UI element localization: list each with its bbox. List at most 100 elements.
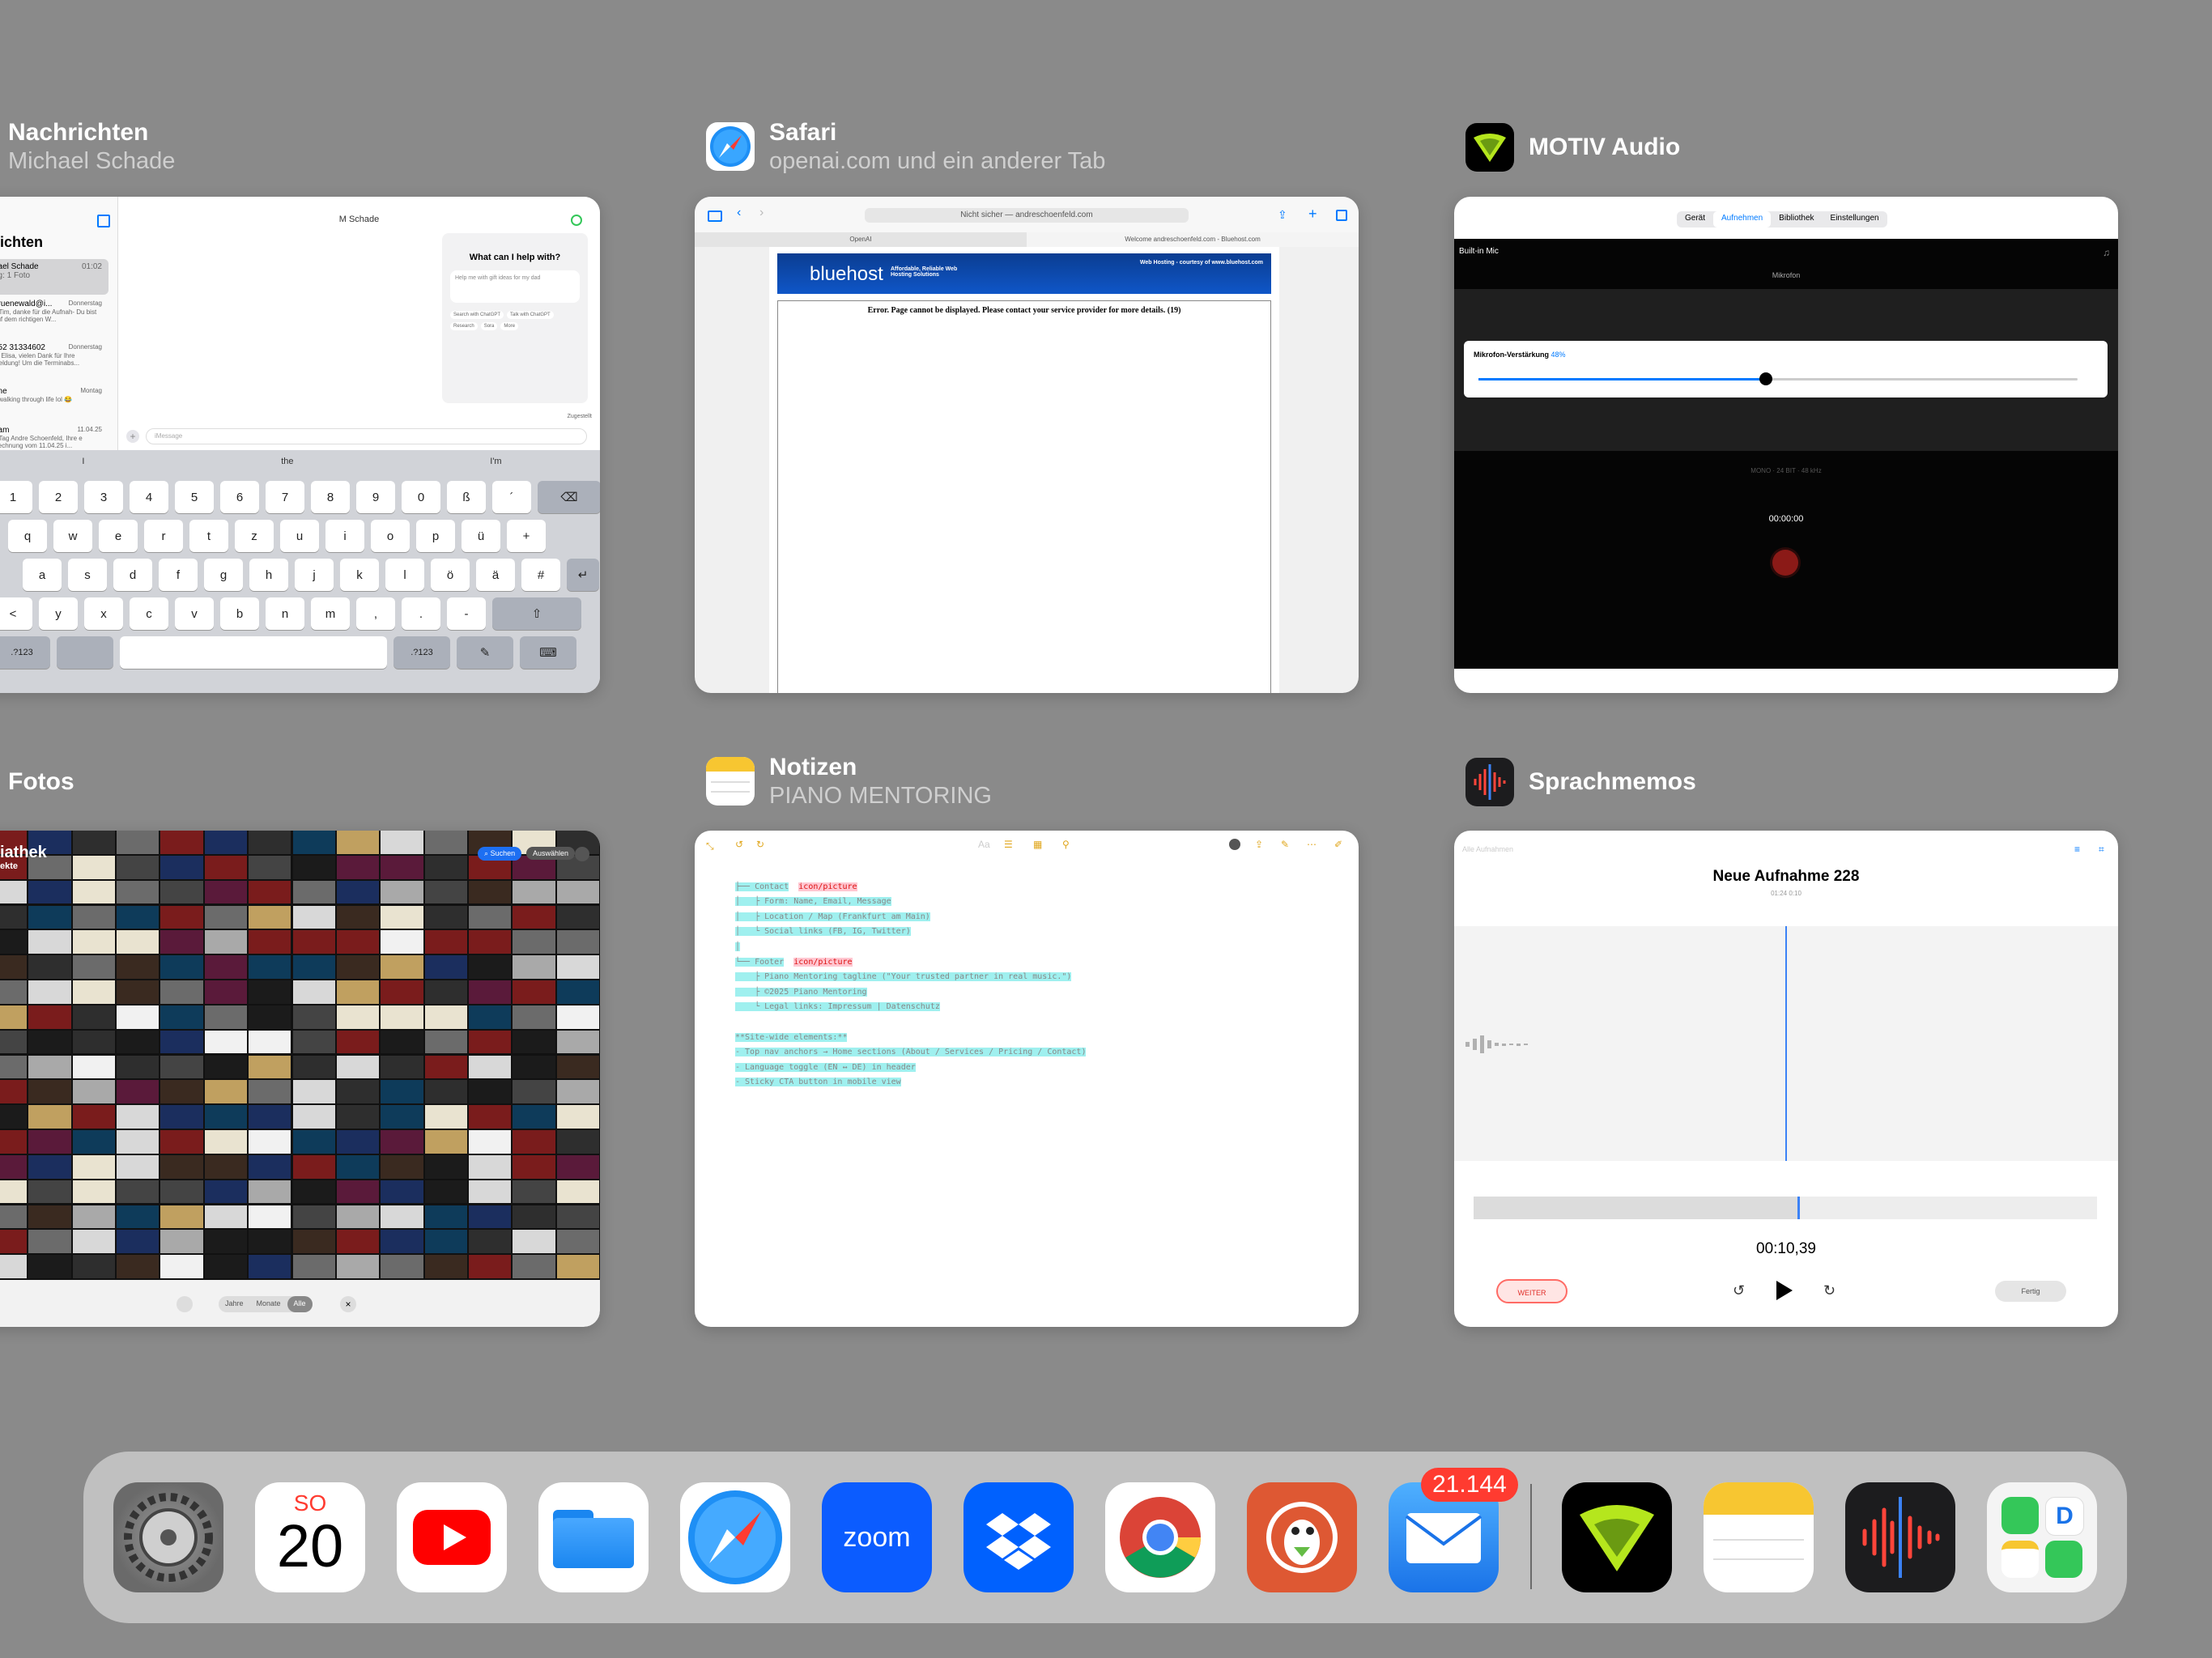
photo-thumbnail[interactable] — [424, 855, 467, 879]
key[interactable]: 3 — [84, 481, 123, 513]
photo-thumbnail[interactable] — [117, 955, 160, 979]
photo-thumbnail[interactable] — [292, 955, 335, 979]
photo-thumbnail[interactable] — [249, 855, 291, 879]
notes-card[interactable]: ⤡ ↺ ↻ Aa ☰ ▦ ⚲ ⇪ ✎ ⋯ ✐ ├── Contact icon/… — [695, 831, 1359, 1327]
photo-thumbnail[interactable] — [249, 980, 291, 1004]
app-header-notes[interactable]: Notizen PIANO MENTORING — [706, 753, 992, 810]
photo-thumbnail[interactable] — [292, 1005, 335, 1029]
photo-thumbnail[interactable] — [28, 1030, 71, 1054]
photo-thumbnail[interactable] — [424, 1055, 467, 1079]
photo-thumbnail[interactable] — [468, 1030, 512, 1054]
key[interactable]: 8 — [311, 481, 350, 513]
photo-thumbnail[interactable] — [381, 1205, 423, 1229]
photo-thumbnail[interactable] — [513, 1130, 555, 1154]
photo-thumbnail[interactable] — [160, 1030, 203, 1054]
photo-thumbnail[interactable] — [381, 831, 423, 854]
photo-thumbnail[interactable] — [204, 1005, 248, 1029]
playhead[interactable] — [1785, 926, 1787, 1161]
photo-thumbnail[interactable] — [336, 1154, 380, 1179]
photo-thumbnail[interactable] — [292, 905, 335, 929]
key[interactable]: v — [175, 597, 214, 630]
photo-thumbnail[interactable] — [381, 930, 423, 954]
photo-thumbnail[interactable] — [160, 1005, 203, 1029]
photo-thumbnail[interactable] — [160, 1255, 203, 1278]
photo-thumbnail[interactable] — [513, 1255, 555, 1278]
photo-thumbnail[interactable] — [160, 980, 203, 1004]
photo-thumbnail[interactable] — [424, 1205, 467, 1229]
photo-thumbnail[interactable] — [72, 855, 116, 879]
photo-thumbnail[interactable] — [292, 1255, 335, 1278]
zoom-icon[interactable]: zoom — [822, 1482, 932, 1592]
photo-thumbnail[interactable] — [381, 1055, 423, 1079]
photo-thumbnail[interactable] — [160, 955, 203, 979]
photo-thumbnail[interactable] — [336, 1105, 380, 1129]
photo-thumbnail[interactable] — [0, 880, 28, 904]
photo-thumbnail[interactable] — [336, 955, 380, 979]
photo-thumbnail[interactable] — [28, 1130, 71, 1154]
photo-thumbnail[interactable] — [117, 1154, 160, 1179]
photo-thumbnail[interactable] — [381, 1080, 423, 1104]
motiv-card[interactable]: Gerät Aufnehmen Bibliothek Einstellungen… — [1454, 197, 2118, 693]
photo-thumbnail[interactable] — [424, 1030, 467, 1054]
chrome-icon[interactable] — [1105, 1482, 1215, 1592]
photo-thumbnail[interactable] — [424, 980, 467, 1004]
photo-thumbnail[interactable] — [249, 1005, 291, 1029]
numbers-key[interactable]: .?123 — [0, 636, 50, 669]
app-library-icon[interactable]: D — [1987, 1482, 2097, 1592]
checklist-icon[interactable]: ☰ — [1004, 839, 1013, 850]
photo-thumbnail[interactable] — [72, 1205, 116, 1229]
photo-thumbnail[interactable] — [292, 1080, 335, 1104]
profile-icon[interactable] — [575, 847, 589, 861]
photo-thumbnail[interactable] — [249, 1080, 291, 1104]
photo-thumbnail[interactable] — [204, 955, 248, 979]
add-attachment-button[interactable]: + — [126, 430, 139, 443]
key[interactable]: 6 — [220, 481, 259, 513]
youtube-icon[interactable] — [397, 1482, 507, 1592]
photo-thumbnail[interactable] — [117, 1130, 160, 1154]
key[interactable]: z — [235, 520, 274, 552]
photo-thumbnail[interactable] — [381, 1105, 423, 1129]
photo-thumbnail[interactable] — [556, 955, 599, 979]
photo-thumbnail[interactable] — [204, 1130, 248, 1154]
photo-thumbnail[interactable] — [160, 905, 203, 929]
photo-thumbnail[interactable] — [424, 1130, 467, 1154]
key[interactable]: u — [280, 520, 319, 552]
photo-thumbnail[interactable] — [424, 1105, 467, 1129]
scrubber-overview[interactable] — [1474, 1197, 2097, 1219]
photo-thumbnail[interactable] — [28, 1205, 71, 1229]
photo-thumbnail[interactable] — [160, 1055, 203, 1079]
photo-thumbnail[interactable] — [28, 1105, 71, 1129]
photo-thumbnail[interactable] — [468, 1154, 512, 1179]
photo-thumbnail[interactable] — [117, 1205, 160, 1229]
photo-thumbnail[interactable] — [336, 1080, 380, 1104]
photo-thumbnail[interactable] — [292, 831, 335, 854]
photo-thumbnail[interactable] — [292, 880, 335, 904]
key[interactable]: h — [249, 559, 288, 591]
photo-thumbnail[interactable] — [556, 1154, 599, 1179]
skip-back-icon[interactable]: ↺ — [1733, 1282, 1745, 1299]
photo-thumbnail[interactable] — [249, 1030, 291, 1054]
photo-thumbnail[interactable] — [160, 880, 203, 904]
photo-thumbnail[interactable] — [513, 1005, 555, 1029]
photo-thumbnail[interactable] — [160, 1130, 203, 1154]
back-icon[interactable]: ‹ — [737, 206, 741, 220]
chat-chip[interactable]: Sora — [480, 322, 498, 330]
key[interactable]: n — [266, 597, 304, 630]
message-input[interactable]: iMessage — [146, 428, 587, 444]
photo-thumbnail[interactable] — [556, 1255, 599, 1278]
photo-thumbnail[interactable] — [72, 1154, 116, 1179]
photo-thumbnail[interactable] — [72, 1230, 116, 1254]
gain-slider-thumb[interactable] — [1759, 372, 1773, 385]
facetime-icon[interactable] — [571, 215, 582, 226]
app-header-photos[interactable]: Fotos — [8, 767, 74, 797]
photo-thumbnail[interactable] — [513, 930, 555, 954]
key[interactable]: - — [447, 597, 486, 630]
photo-thumbnail[interactable] — [117, 905, 160, 929]
chat-chip[interactable]: Talk with ChatGPT — [507, 311, 554, 319]
photo-thumbnail[interactable] — [513, 1030, 555, 1054]
photo-thumbnail[interactable] — [292, 1030, 335, 1054]
key[interactable]: x — [84, 597, 123, 630]
photo-thumbnail[interactable] — [28, 1180, 71, 1204]
photo-thumbnail[interactable] — [513, 1055, 555, 1079]
thread-item[interactable]: one Montag y walking through life lol 😂 — [0, 384, 112, 423]
